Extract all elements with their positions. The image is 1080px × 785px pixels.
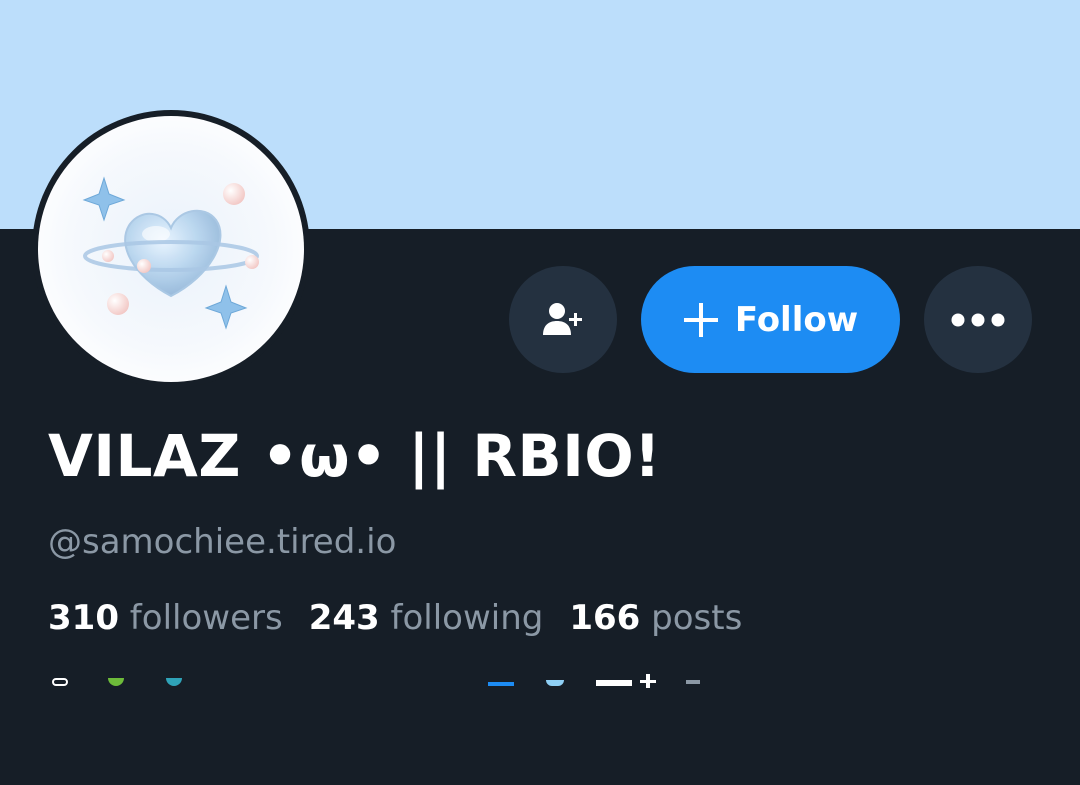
leaf-icon	[108, 678, 124, 686]
follow-label: Follow	[734, 299, 859, 340]
followers-label: followers	[129, 598, 283, 638]
add-user-button[interactable]	[509, 266, 617, 373]
link-icon	[52, 678, 68, 686]
bio-emoji-row-cutoff	[0, 672, 1080, 688]
following-count: 243	[308, 598, 380, 638]
following-stat[interactable]: 243 following	[309, 598, 544, 638]
following-label: following	[390, 598, 544, 638]
posts-count: 166	[569, 598, 641, 638]
text-fragment	[596, 680, 632, 686]
display-name: VILAZ •ω• || RBIO!	[48, 422, 662, 490]
avatar-image	[38, 116, 304, 382]
blue-block-icon	[488, 682, 514, 686]
plus-icon	[683, 302, 718, 337]
text-fragment-muted	[686, 680, 700, 684]
more-icon	[951, 313, 1005, 326]
avatar[interactable]	[32, 110, 310, 388]
diamond-icon	[546, 680, 564, 686]
globe-icon	[166, 678, 182, 686]
followers-stat[interactable]: 310 followers	[48, 598, 283, 638]
posts-stat[interactable]: 166 posts	[569, 598, 742, 638]
heart-planet-icon	[82, 176, 259, 330]
posts-label: posts	[651, 598, 743, 638]
add-user-icon	[543, 302, 582, 335]
username-handle: @samochiee.tired.io	[48, 522, 397, 562]
profile-stats: 310 followers 243 following 166 posts	[48, 598, 742, 638]
followers-count: 310	[48, 598, 119, 638]
more-button[interactable]	[924, 266, 1032, 373]
plus-fragment-bar	[640, 680, 656, 683]
follow-button[interactable]: Follow	[641, 266, 900, 373]
